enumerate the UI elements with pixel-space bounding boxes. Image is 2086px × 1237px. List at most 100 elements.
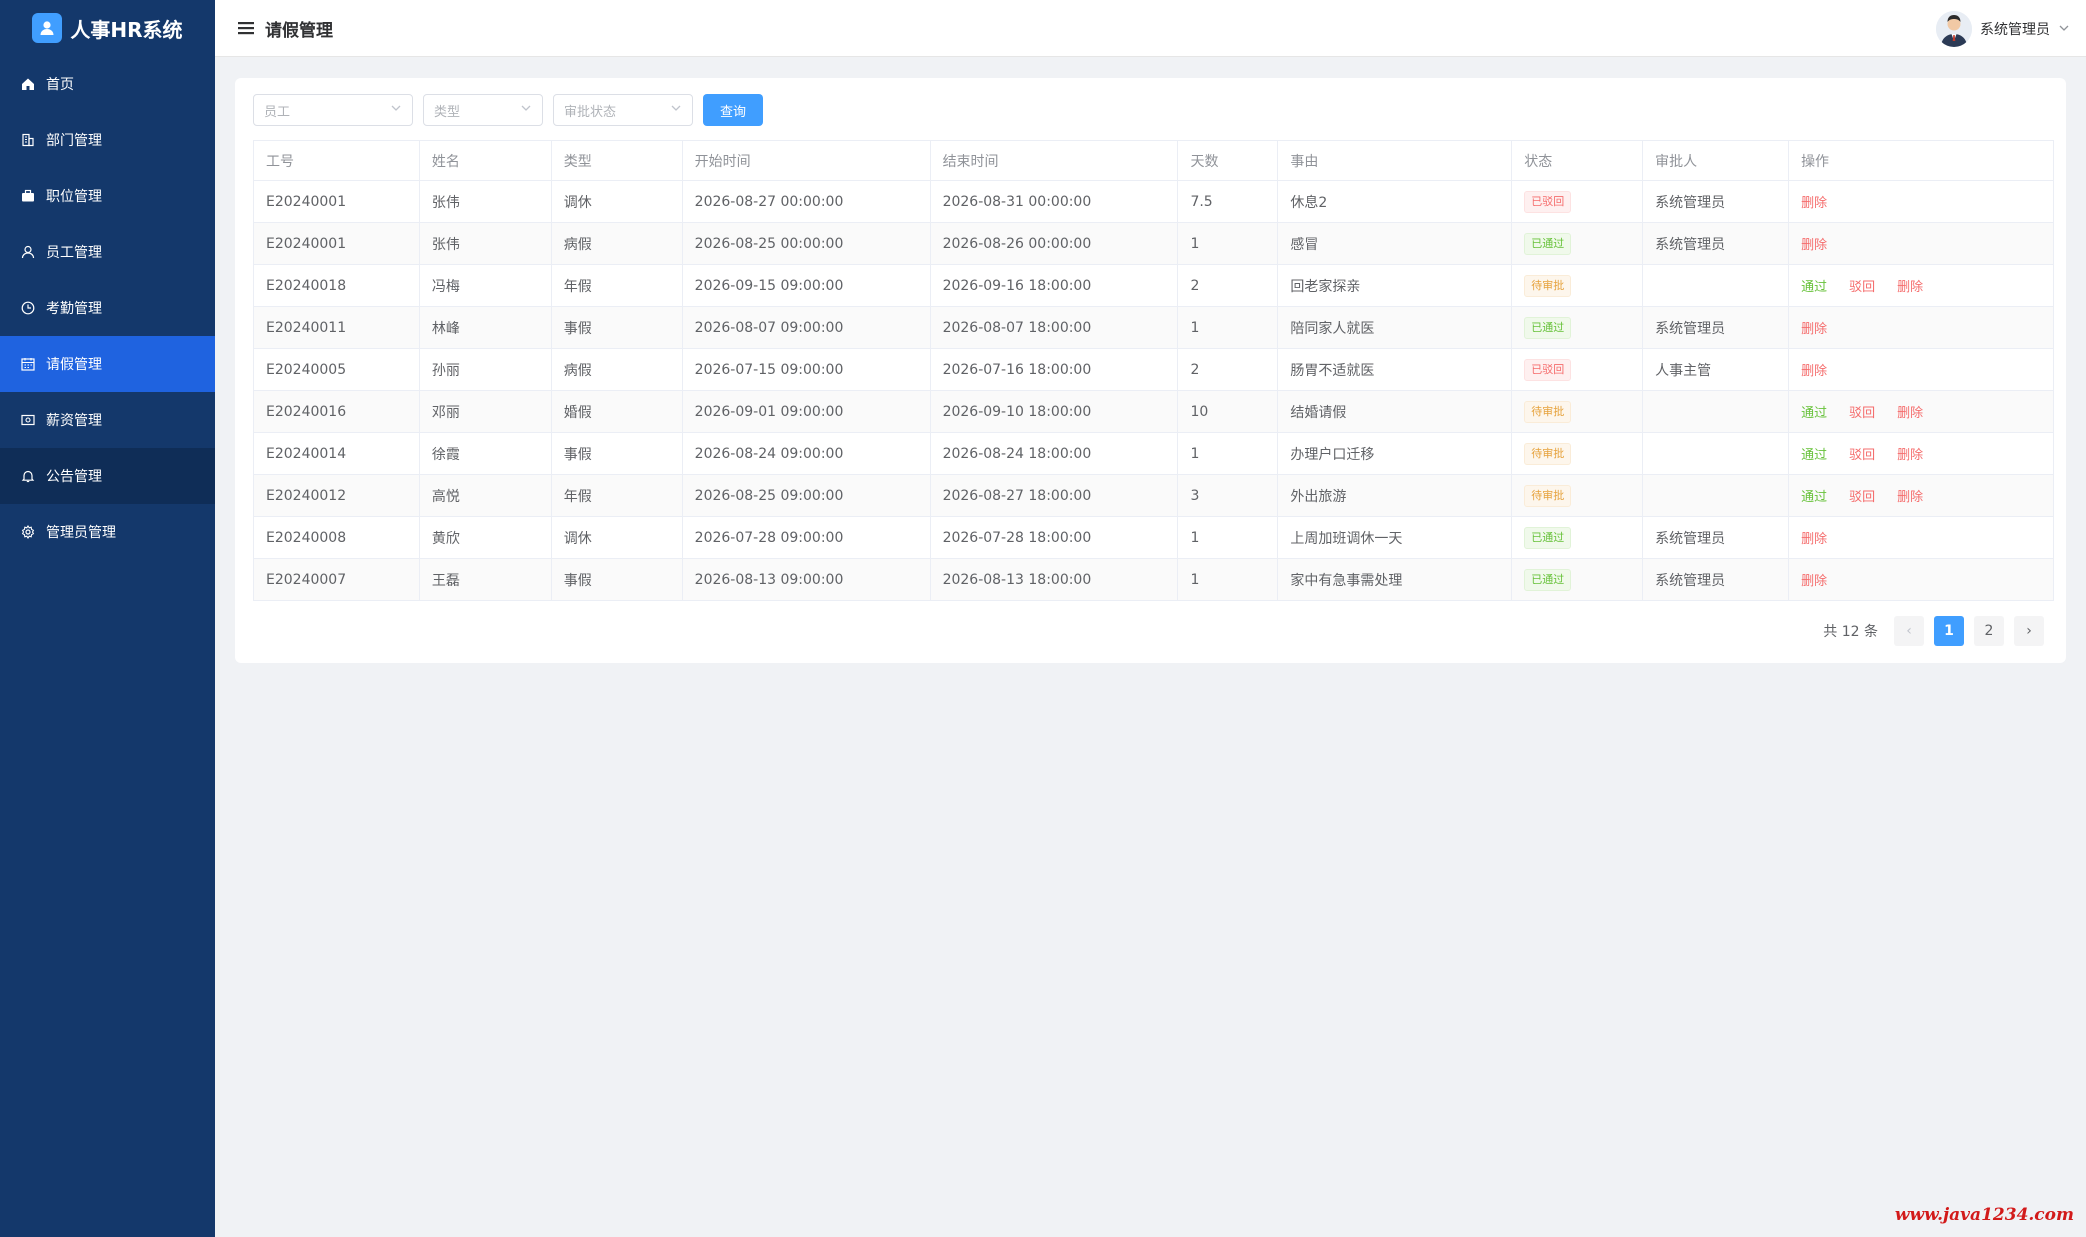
cell-start: 2026-09-15 09:00:00	[681, 264, 931, 307]
cell-name: 冯梅	[418, 264, 552, 307]
delete-link[interactable]: 删除	[1897, 448, 1923, 463]
cell-id: E20240011	[253, 306, 420, 349]
status-badge: 已驳回	[1524, 358, 1572, 381]
cell-approver: 系统管理员	[1642, 306, 1790, 349]
cell-reason: 外出旅游	[1277, 474, 1513, 517]
delete-link[interactable]: 删除	[1897, 490, 1923, 505]
sidebar-item-label: 员工管理	[46, 245, 102, 261]
reject-link[interactable]: 驳回	[1849, 406, 1875, 421]
cell-start: 2026-08-27 00:00:00	[681, 180, 931, 223]
cell-actions: 删除	[1788, 180, 2054, 223]
column-header: 开始时间	[681, 140, 931, 181]
table-row: E20240001 张伟 病假 2026-08-25 00:00:00 2026-08-…	[253, 222, 2054, 265]
cell-status: 已通过	[1511, 558, 1644, 601]
sidebar-item-1[interactable]: 部门管理	[0, 112, 215, 168]
cell-approver: 人事主管	[1642, 348, 1790, 391]
chevron-down-icon	[390, 102, 402, 118]
table-row: E20240007 王磊 事假 2026-08-13 09:00:00 2026-08-…	[253, 558, 2054, 601]
prev-page-button[interactable]: ‹	[1894, 616, 1924, 646]
reject-link[interactable]: 驳回	[1849, 280, 1875, 295]
calendar-icon	[20, 356, 36, 372]
cell-name: 王磊	[418, 558, 552, 601]
cell-id: E20240016	[253, 390, 420, 433]
sidebar-item-7[interactable]: 公告管理	[0, 448, 215, 504]
cell-actions: 通过 驳回 删除	[1788, 474, 2054, 517]
query-button[interactable]: 查询	[703, 94, 763, 126]
cell-name: 张伟	[418, 222, 552, 265]
chevron-down-icon	[520, 102, 532, 118]
reject-link[interactable]: 驳回	[1849, 448, 1875, 463]
cell-actions: 通过 驳回 删除	[1788, 432, 2054, 475]
approve-link[interactable]: 通过	[1801, 280, 1827, 295]
cell-reason: 结婚请假	[1277, 390, 1513, 433]
cell-type: 事假	[550, 432, 683, 475]
cell-actions: 删除	[1788, 558, 2054, 601]
page-2-button[interactable]: 2	[1974, 616, 2004, 646]
delete-link[interactable]: 删除	[1801, 532, 1827, 547]
cell-id: E20240005	[253, 348, 420, 391]
cell-days: 1	[1177, 306, 1279, 349]
cell-end: 2026-08-24 18:00:00	[929, 432, 1179, 475]
sidebar-item-5[interactable]: 请假管理	[0, 336, 215, 392]
cell-days: 10	[1177, 390, 1279, 433]
sidebar-item-2[interactable]: 职位管理	[0, 168, 215, 224]
cell-days: 7.5	[1177, 180, 1279, 223]
type-select[interactable]: 类型	[423, 94, 543, 126]
status-badge: 待审批	[1524, 400, 1572, 423]
cell-actions: 删除	[1788, 222, 2054, 265]
cell-days: 3	[1177, 474, 1279, 517]
status-select[interactable]: 审批状态	[553, 94, 693, 126]
sidebar-item-8[interactable]: 管理员管理	[0, 504, 215, 560]
sidebar-item-0[interactable]: 首页	[0, 56, 215, 112]
leave-table: 工号 姓名 类型 开始时间 结束时间 天数 事由 状态 审批人 操作 E20240001 张伟 调休 2…	[253, 140, 2054, 601]
cell-name: 黄欣	[418, 516, 552, 559]
sidebar-item-3[interactable]: 员工管理	[0, 224, 215, 280]
sidebar-item-label: 请假管理	[46, 357, 102, 373]
approve-link[interactable]: 通过	[1801, 490, 1827, 505]
bell-icon	[20, 468, 36, 484]
delete-link[interactable]: 删除	[1801, 574, 1827, 589]
approve-link[interactable]: 通过	[1801, 448, 1827, 463]
page-1-button[interactable]: 1	[1934, 616, 1964, 646]
sidebar-item-4[interactable]: 考勤管理	[0, 280, 215, 336]
table-row: E20240016 邓丽 婚假 2026-09-01 09:00:00 2026-09-…	[253, 390, 2054, 433]
approve-link[interactable]: 通过	[1801, 406, 1827, 421]
cell-id: E20240018	[253, 264, 420, 307]
delete-link[interactable]: 删除	[1801, 322, 1827, 337]
reject-link[interactable]: 驳回	[1849, 490, 1875, 505]
delete-link[interactable]: 删除	[1801, 196, 1827, 211]
cell-actions: 删除	[1788, 348, 2054, 391]
table-row: E20240014 徐霞 事假 2026-08-24 09:00:00 2026-08-…	[253, 432, 2054, 475]
cell-reason: 回老家探亲	[1277, 264, 1513, 307]
cell-status: 待审批	[1511, 432, 1644, 475]
employee-select[interactable]: 员工	[253, 94, 413, 126]
delete-link[interactable]: 删除	[1801, 364, 1827, 379]
cell-approver	[1642, 474, 1790, 517]
next-page-button[interactable]: ›	[2014, 616, 2044, 646]
column-header: 姓名	[418, 140, 552, 181]
cell-status: 待审批	[1511, 390, 1644, 433]
cell-days: 2	[1177, 348, 1279, 391]
cell-start: 2026-08-25 09:00:00	[681, 474, 931, 517]
user-menu[interactable]: 系统管理员	[1936, 0, 2070, 57]
cell-days: 1	[1177, 222, 1279, 265]
cell-id: E20240001	[253, 222, 420, 265]
app-title: 人事HR系统	[70, 17, 183, 42]
delete-link[interactable]: 删除	[1897, 280, 1923, 295]
cell-status: 已通过	[1511, 516, 1644, 559]
money-icon	[20, 412, 36, 428]
delete-link[interactable]: 删除	[1897, 406, 1923, 421]
cell-status: 已通过	[1511, 222, 1644, 265]
cell-name: 徐霞	[418, 432, 552, 475]
menu-toggle-icon[interactable]	[237, 19, 255, 37]
cell-id: E20240007	[253, 558, 420, 601]
clock-icon	[20, 300, 36, 316]
cell-approver: 系统管理员	[1642, 222, 1790, 265]
cell-id: E20240012	[253, 474, 420, 517]
sidebar-item-6[interactable]: 薪资管理	[0, 392, 215, 448]
cell-name: 邓丽	[418, 390, 552, 433]
cell-reason: 感冒	[1277, 222, 1513, 265]
cell-status: 已驳回	[1511, 180, 1644, 223]
cell-end: 2026-09-10 18:00:00	[929, 390, 1179, 433]
delete-link[interactable]: 删除	[1801, 238, 1827, 253]
